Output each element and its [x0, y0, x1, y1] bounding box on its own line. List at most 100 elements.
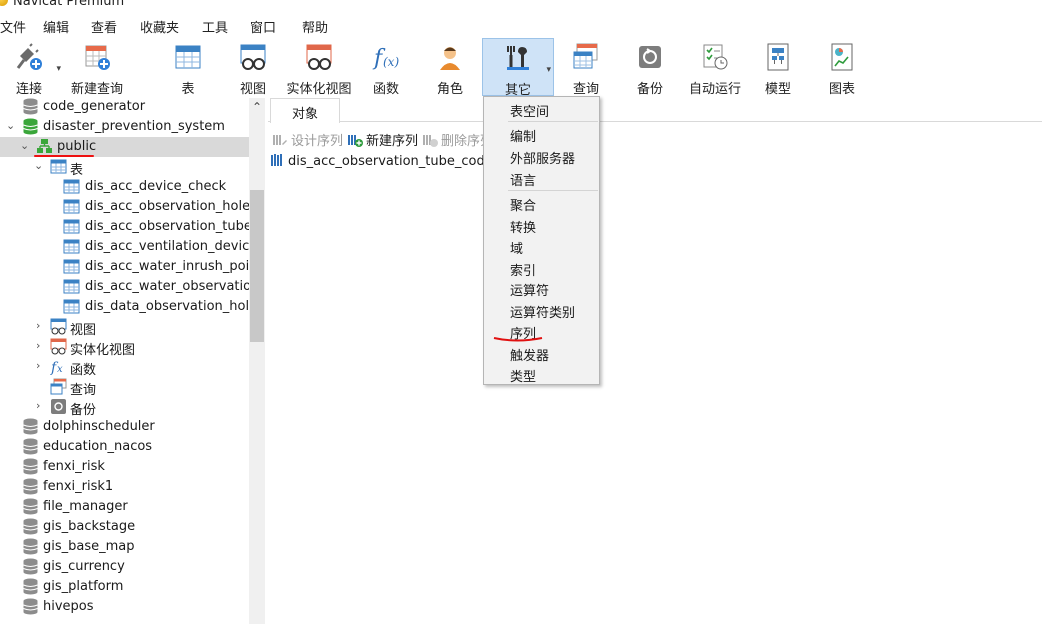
menu-favorites[interactable]: 收藏夹: [140, 17, 179, 36]
menu-file[interactable]: 文件: [0, 17, 26, 36]
database-icon: [23, 558, 38, 575]
tree-label: 备份: [70, 403, 97, 418]
tree-db-item[interactable]: file_manager: [0, 497, 249, 517]
menu-divider: [508, 121, 598, 122]
role-button[interactable]: 角色: [428, 38, 472, 97]
chevron-down-icon[interactable]: ⌄: [20, 140, 30, 152]
tree-folder-materialized-views[interactable]: › 实体化视图: [0, 337, 249, 358]
tree-db-item[interactable]: gis_backstage: [0, 517, 249, 537]
query-icon: [573, 43, 598, 69]
menu-divider: [508, 190, 598, 191]
tree-table-item[interactable]: dis_acc_water_observation_: [0, 277, 249, 297]
menu-item-operator-class[interactable]: 运算符类别: [510, 302, 575, 321]
menu-item-type[interactable]: 类型: [510, 366, 536, 385]
materialized-view-icon: [306, 44, 332, 70]
chevron-right-icon[interactable]: ›: [36, 340, 46, 352]
model-icon: [767, 43, 789, 71]
tree-label: dis_acc_water_observation_: [85, 279, 249, 294]
tree-db-code-generator[interactable]: code_generator: [0, 98, 249, 117]
tree-db-item[interactable]: education_nacos: [0, 437, 249, 457]
tree-label: gis_currency: [43, 559, 125, 574]
tree-label: public: [57, 139, 97, 154]
tree-folder-functions[interactable]: › f x 函数: [0, 357, 249, 379]
menu-window[interactable]: 窗口: [250, 17, 276, 36]
materialized-view-button[interactable]: 实体化视图: [286, 38, 352, 97]
new-query-button[interactable]: 新建查询: [68, 38, 126, 97]
view-button[interactable]: 视图: [230, 38, 276, 97]
schema-icon: [37, 139, 52, 153]
model-button[interactable]: 模型: [756, 38, 800, 97]
tree-db-item[interactable]: gis_base_map: [0, 537, 249, 557]
menu-item-trigger[interactable]: 触发器: [510, 345, 549, 364]
tree-label: dolphinscheduler: [43, 419, 155, 434]
tree-label: gis_backstage: [43, 519, 136, 534]
tree-table-item[interactable]: dis_acc_water_inrush_point: [0, 257, 249, 277]
new-sequence-button[interactable]: 新建序列: [347, 130, 418, 149]
connect-button[interactable]: 连接 ▾: [6, 38, 61, 97]
chart-button[interactable]: 图表: [820, 38, 864, 97]
tree-folder-views[interactable]: › 视图: [0, 317, 249, 338]
other-button[interactable]: 其它 ▾: [482, 38, 554, 98]
function-button[interactable]: f (x) 函数: [364, 38, 408, 97]
annotation-underline: [34, 155, 94, 157]
tree-schema-public[interactable]: ⌄ public: [0, 137, 249, 157]
chevron-down-icon[interactable]: ▾: [56, 64, 61, 74]
tree-db-item[interactable]: fenxi_risk: [0, 457, 249, 477]
query-button[interactable]: 查询: [564, 38, 608, 97]
menu-view[interactable]: 查看: [91, 17, 117, 36]
tree-folder-backups[interactable]: › 备份: [0, 397, 249, 418]
menu-item-cast[interactable]: 编制: [510, 126, 536, 145]
automation-label: 自动运行: [688, 82, 741, 97]
tree-db-item[interactable]: gis_currency: [0, 557, 249, 577]
connection-tree[interactable]: code_generator ⌄ disaster_prevention_sys…: [0, 98, 249, 624]
object-toolbar: 设计序列 新建序列 删除序列: [268, 126, 1042, 150]
tab-objects[interactable]: 对象: [270, 98, 340, 123]
tree-label: disaster_prevention_system: [43, 119, 225, 134]
tree-folder-queries[interactable]: 查询: [0, 377, 249, 398]
tree-db-disaster-prevention-system[interactable]: ⌄ disaster_prevention_system: [0, 117, 249, 137]
menu-item-aggregate[interactable]: 聚合: [510, 195, 536, 214]
menu-item-foreign-server[interactable]: 外部服务器: [510, 148, 575, 167]
chevron-right-icon[interactable]: ›: [36, 400, 46, 412]
tree-table-item[interactable]: dis_acc_device_check: [0, 177, 249, 197]
menu-edit[interactable]: 编辑: [43, 17, 69, 36]
table-icon: [63, 299, 80, 314]
design-sequence-button[interactable]: 设计序列: [272, 130, 343, 149]
menu-item-conversion[interactable]: 转换: [510, 217, 536, 236]
sequence-design-icon: [273, 135, 287, 145]
sidebar-scrollbar[interactable]: [249, 98, 265, 624]
chevron-right-icon[interactable]: ›: [36, 360, 46, 372]
menu-item-index[interactable]: 索引: [510, 260, 536, 279]
menu-item-operator[interactable]: 运算符: [510, 280, 549, 299]
tree-db-item[interactable]: fenxi_risk1: [0, 477, 249, 497]
tree-table-item[interactable]: dis_acc_observation_tube: [0, 217, 249, 237]
automation-button[interactable]: 自动运行: [686, 38, 744, 97]
chevron-down-icon[interactable]: ⌄: [6, 120, 16, 132]
tools-icon: [507, 46, 529, 70]
tree-db-item[interactable]: dolphinscheduler: [0, 417, 249, 437]
table-button[interactable]: 表: [166, 38, 210, 97]
chevron-up-icon[interactable]: ⌃: [252, 100, 262, 114]
view-label: 视图: [239, 82, 266, 97]
menu-item-language[interactable]: 语言: [510, 170, 536, 189]
plug-icon: [16, 43, 42, 70]
tree-folder-tables[interactable]: ⌄ 表: [0, 157, 249, 178]
model-label: 模型: [764, 82, 791, 97]
tree-label: dis_acc_ventilation_device: [85, 239, 249, 254]
sidebar-scrollbar-thumb[interactable]: [250, 190, 264, 342]
query-label: 查询: [572, 82, 599, 97]
chevron-down-icon[interactable]: ▾: [546, 65, 551, 75]
tree-db-item[interactable]: hivepos: [0, 597, 249, 617]
backup-button[interactable]: 备份: [628, 38, 672, 97]
menu-help[interactable]: 帮助: [302, 17, 328, 36]
tree-table-item[interactable]: dis_acc_observation_hole: [0, 197, 249, 217]
menu-item-domain[interactable]: 域: [510, 238, 523, 257]
menu-item-tablespace[interactable]: 表空间: [510, 101, 549, 120]
database-icon: [23, 578, 38, 595]
tree-db-item[interactable]: gis_platform: [0, 577, 249, 597]
chevron-down-icon[interactable]: ⌄: [34, 160, 44, 172]
tree-table-item[interactable]: dis_acc_ventilation_device: [0, 237, 249, 257]
tree-table-item[interactable]: dis_data_observation_hole: [0, 297, 249, 317]
menu-tools[interactable]: 工具: [202, 17, 228, 36]
chevron-right-icon[interactable]: ›: [36, 320, 46, 332]
